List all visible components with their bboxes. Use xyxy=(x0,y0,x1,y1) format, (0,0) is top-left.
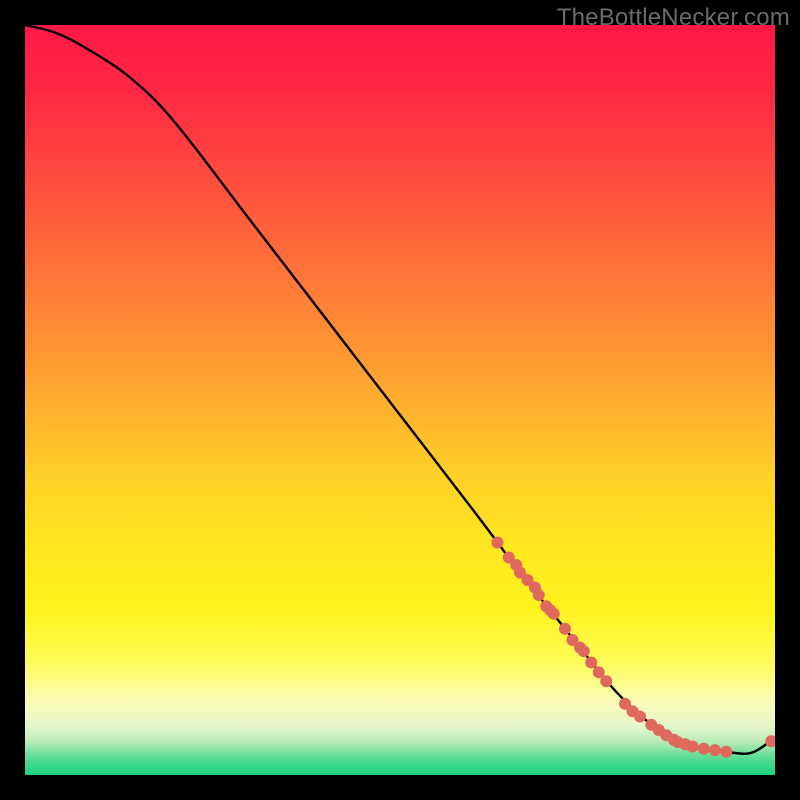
data-point xyxy=(578,645,590,657)
data-point xyxy=(585,657,597,669)
data-point xyxy=(709,744,721,756)
plot-area xyxy=(25,25,775,775)
data-point xyxy=(492,537,504,549)
data-point xyxy=(559,623,571,635)
data-point xyxy=(548,608,560,620)
plot-svg xyxy=(25,25,775,775)
chart-stage: TheBottleNecker.com xyxy=(0,0,800,800)
data-point xyxy=(720,746,732,758)
gradient-background xyxy=(25,25,775,775)
data-point xyxy=(687,741,699,753)
data-point xyxy=(698,743,710,755)
data-point xyxy=(533,589,545,601)
data-point xyxy=(600,675,612,687)
data-point xyxy=(634,711,646,723)
